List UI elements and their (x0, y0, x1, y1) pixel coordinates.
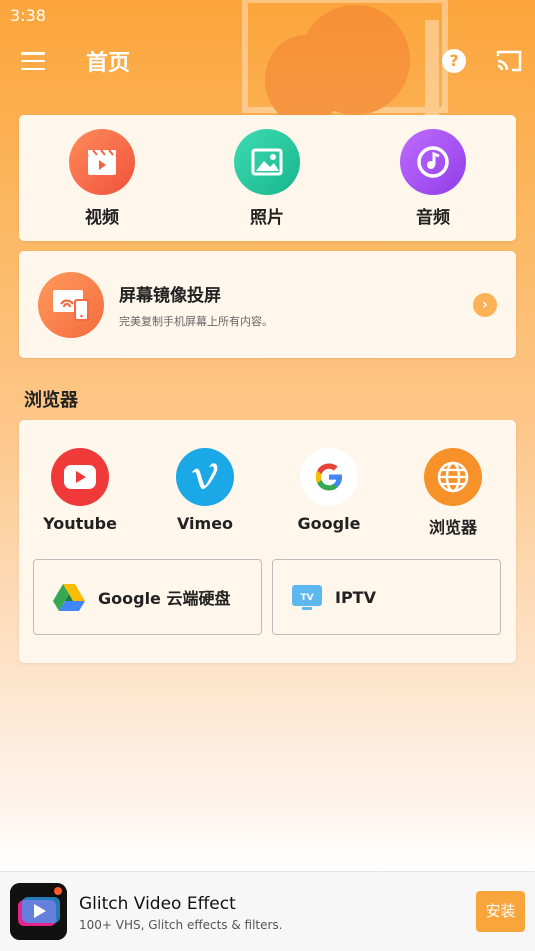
screen-mirror-title: 屏幕镜像投屏 (119, 286, 221, 306)
audio-icon (400, 129, 466, 195)
help-icon[interactable]: ? (442, 49, 466, 73)
ad-app-icon (10, 883, 67, 940)
install-button[interactable]: 安装 (476, 891, 525, 932)
video-icon (69, 129, 135, 195)
page-title: 首页 (86, 51, 131, 76)
photo-icon (234, 129, 300, 195)
menu-icon[interactable] (18, 48, 48, 74)
vimeo-label: Vimeo (176, 514, 234, 533)
tv-icon: TV (292, 585, 322, 610)
iptv-button[interactable]: TV IPTV (272, 559, 501, 635)
youtube-icon (51, 448, 109, 506)
media-card: 视频 照片 音频 (19, 115, 516, 241)
ad-banner[interactable]: Glitch Video Effect 100+ VHS, Glitch eff… (0, 871, 535, 951)
ad-subtitle: 100+ VHS, Glitch effects & filters. (79, 918, 283, 932)
google-drive-label: Google 云端硬盘 (98, 589, 231, 608)
globe-icon (424, 448, 482, 506)
photo-label: 照片 (250, 208, 284, 228)
google-drive-button[interactable]: Google 云端硬盘 (33, 559, 262, 635)
browser-label: 浏览器 (428, 518, 477, 537)
video-button[interactable]: 视频 (52, 129, 152, 228)
status-bar: 3:38 (0, 0, 535, 32)
vimeo-button[interactable]: Vimeo (150, 448, 260, 533)
google-label: Google (297, 514, 361, 533)
tv-icon-text: TV (300, 593, 313, 603)
cast-icon[interactable] (495, 48, 523, 74)
youtube-label: Youtube (43, 514, 117, 533)
status-time: 3:38 (10, 6, 46, 25)
chevron-right-icon: › (473, 293, 497, 317)
google-drive-icon (53, 584, 85, 611)
browser-button[interactable]: 浏览器 (398, 448, 508, 538)
browser-section-title: 浏览器 (24, 390, 78, 411)
ad-title: Glitch Video Effect (79, 894, 236, 914)
screen-mirror-icon (38, 272, 104, 338)
screen-mirror-card[interactable]: 屏幕镜像投屏 完美复制手机屏幕上所有内容。 › (19, 251, 516, 358)
audio-button[interactable]: 音频 (383, 129, 483, 228)
google-icon (300, 448, 358, 506)
google-button[interactable]: Google (274, 448, 384, 533)
iptv-label: IPTV (335, 587, 376, 607)
photo-button[interactable]: 照片 (217, 129, 317, 228)
youtube-button[interactable]: Youtube (25, 448, 135, 533)
screen-mirror-subtitle: 完美复制手机屏幕上所有内容。 (119, 315, 273, 328)
video-label: 视频 (85, 208, 119, 228)
vimeo-icon (176, 448, 234, 506)
top-app-bar: 首页 ? (0, 36, 535, 86)
browser-card: Youtube Vimeo Google 浏览器 Google 云端硬盘 TV … (19, 420, 516, 663)
audio-label: 音频 (416, 208, 450, 228)
